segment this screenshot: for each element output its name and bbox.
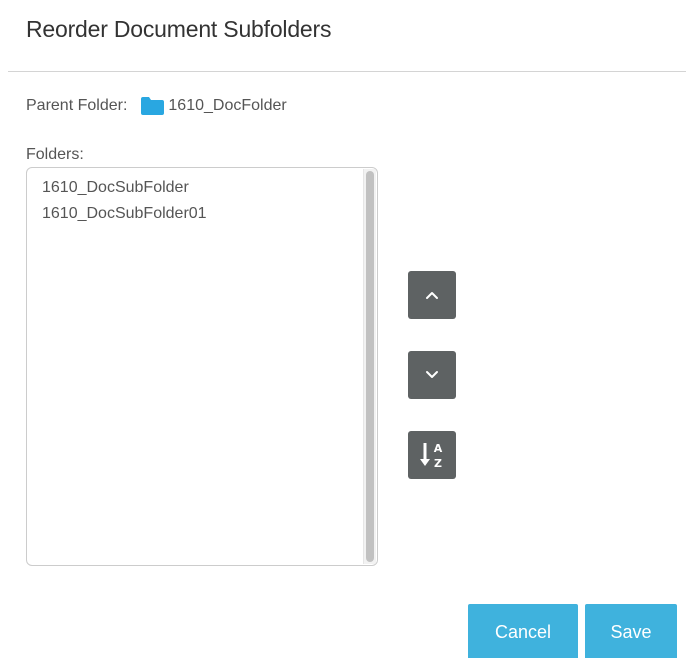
sort-alpha-down-icon: A Z	[420, 442, 443, 470]
list-item[interactable]: 1610_DocSubFolder	[42, 177, 207, 203]
chevron-down-icon	[426, 371, 438, 378]
move-down-button[interactable]	[408, 351, 456, 399]
sort-letter-a: A	[434, 442, 443, 455]
scrollbar-thumb[interactable]	[366, 171, 374, 562]
move-up-button[interactable]	[408, 271, 456, 319]
chevron-up-icon	[426, 292, 438, 299]
parent-folder-name: 1610_DocFolder	[168, 97, 287, 114]
reorder-subfolders-dialog: Reorder Document Subfolders Parent Folde…	[0, 0, 686, 658]
save-button[interactable]: Save	[585, 604, 677, 658]
dialog-title: Reorder Document Subfolders	[26, 16, 332, 42]
folders-label: Folders:	[26, 146, 84, 163]
listbox-scrollbar[interactable]	[363, 169, 376, 564]
title-divider	[8, 71, 686, 72]
folder-icon	[141, 97, 165, 115]
sort-letter-z: Z	[434, 457, 442, 470]
folders-list: 1610_DocSubFolder 1610_DocSubFolder01	[42, 177, 207, 229]
cancel-button[interactable]: Cancel	[468, 604, 578, 658]
list-item[interactable]: 1610_DocSubFolder01	[42, 203, 207, 229]
sort-alphabetically-button[interactable]: A Z	[408, 431, 456, 479]
folders-listbox[interactable]: 1610_DocSubFolder 1610_DocSubFolder01	[26, 167, 378, 566]
parent-folder-row: Parent Folder: 1610_DocFolder	[26, 97, 287, 115]
parent-folder-label: Parent Folder:	[26, 97, 128, 114]
